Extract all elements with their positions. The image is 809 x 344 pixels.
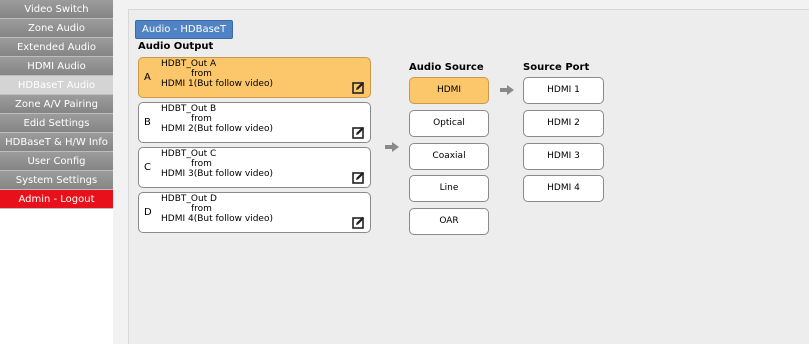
output-source: HDMI 1(But follow video) (161, 79, 273, 89)
sidebar-item-zone-av-pairing[interactable]: Zone A/V Pairing (0, 95, 113, 114)
sidebar-item-zone-audio[interactable]: Zone Audio (0, 19, 113, 38)
sidebar-item-hdbaset-hw-info[interactable]: HDBaseT & H/W Info (0, 133, 113, 152)
edit-icon[interactable] (352, 126, 365, 139)
output-letter: D (144, 207, 152, 218)
edit-icon[interactable] (352, 216, 365, 229)
source-button-hdmi[interactable]: HDMI (409, 77, 489, 104)
source-port-label: Source Port (523, 62, 590, 73)
port-button-hdmi-1[interactable]: HDMI 1 (523, 77, 604, 104)
sidebar: Video Switch Zone Audio Extended Audio H… (0, 0, 113, 344)
edit-icon[interactable] (352, 81, 365, 94)
port-button-hdmi-4[interactable]: HDMI 4 (523, 175, 604, 202)
sidebar-item-video-switch[interactable]: Video Switch (0, 0, 113, 19)
output-name: HDBT_Out A (161, 59, 217, 69)
output-source: HDMI 2(But follow video) (161, 124, 273, 134)
output-from: from (191, 69, 212, 79)
source-button-oar[interactable]: OAR (409, 208, 489, 235)
output-letter: A (144, 72, 151, 83)
sidebar-item-edid-settings[interactable]: Edid Settings (0, 114, 113, 133)
output-name: HDBT_Out B (161, 104, 217, 114)
sidebar-item-hdbaset-audio[interactable]: HDBaseT Audio (0, 76, 113, 95)
sidebar-item-user-config[interactable]: User Config (0, 152, 113, 171)
arrow-right-icon (385, 142, 399, 152)
output-source: HDMI 4(But follow video) (161, 214, 273, 224)
output-source: HDMI 3(But follow video) (161, 169, 273, 179)
audio-source-label: Audio Source (409, 62, 484, 73)
output-card-a[interactable]: A HDBT_Out A from HDMI 1(But follow vide… (138, 57, 371, 98)
sidebar-item-admin-logout[interactable]: Admin - Logout (0, 190, 113, 209)
sidebar-item-system-settings[interactable]: System Settings (0, 171, 113, 190)
output-card-d[interactable]: D HDBT_Out D from HDMI 4(But follow vide… (138, 192, 371, 233)
sidebar-item-hdmi-audio[interactable]: HDMI Audio (0, 57, 113, 76)
arrow-right-icon (500, 85, 514, 95)
port-button-hdmi-3[interactable]: HDMI 3 (523, 143, 604, 170)
output-from: from (191, 204, 212, 214)
output-name: HDBT_Out C (161, 149, 217, 159)
output-card-b[interactable]: B HDBT_Out B from HDMI 2(But follow vide… (138, 102, 371, 143)
port-button-hdmi-2[interactable]: HDMI 2 (523, 110, 604, 137)
audio-output-label: Audio Output (138, 41, 214, 52)
output-letter: C (144, 162, 151, 173)
output-name: HDBT_Out D (161, 194, 217, 204)
source-button-line[interactable]: Line (409, 175, 489, 202)
panel-title-tab: Audio - HDBaseT (135, 20, 234, 39)
output-from: from (191, 159, 212, 169)
source-button-coaxial[interactable]: Coaxial (409, 143, 489, 170)
edit-icon[interactable] (352, 171, 365, 184)
source-button-optical[interactable]: Optical (409, 110, 489, 137)
output-letter: B (144, 117, 151, 128)
output-from: from (191, 114, 212, 124)
output-card-c[interactable]: C HDBT_Out C from HDMI 3(But follow vide… (138, 147, 371, 188)
sidebar-item-extended-audio[interactable]: Extended Audio (0, 38, 113, 57)
